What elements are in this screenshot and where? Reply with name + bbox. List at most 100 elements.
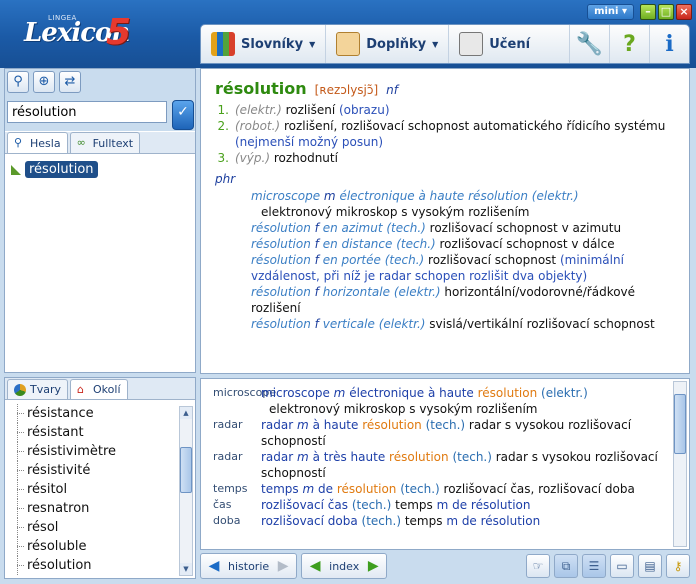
pie-icon <box>14 383 26 396</box>
split-view-icon[interactable]: ⧉ <box>554 554 578 578</box>
scroll-down-icon[interactable]: ▼ <box>180 563 192 575</box>
sense-text: rozlišení, rozlišovací schopnost automat… <box>283 119 666 133</box>
list-item[interactable]: résolution <box>5 556 177 575</box>
list-item[interactable]: résitol <box>5 480 177 499</box>
phrase-domain: (elektr.) <box>393 285 441 299</box>
example-fr: microscope <box>261 386 330 400</box>
phrase-domain: (tech.) <box>386 221 426 235</box>
example-key: microscope <box>213 386 277 399</box>
app-logo: LINGEA Lexicon 5 <box>24 12 134 54</box>
list-item[interactable]: résistivité <box>5 461 177 480</box>
phrase: résolution f verticale (elektr.) svislá/… <box>215 316 675 332</box>
triangle-icon <box>11 164 21 175</box>
example-key: temps <box>213 482 248 495</box>
print-icon[interactable]: ▤ <box>638 554 662 578</box>
maximize-icon[interactable]: □ <box>658 4 674 20</box>
phrase-source: microscope <box>251 189 321 203</box>
document-icon <box>336 32 361 56</box>
hand-pointer-icon[interactable]: ☞ <box>526 554 550 578</box>
search-go-button[interactable]: ✓ <box>172 100 194 130</box>
example-row[interactable]: čas rozlišovací čas (tech.) temps m de r… <box>201 497 689 513</box>
result-item[interactable]: résolution <box>11 161 98 178</box>
index-prev-icon[interactable]: ◀ <box>305 556 325 576</box>
close-icon[interactable]: × <box>676 4 692 20</box>
list-item[interactable]: résistance <box>5 404 177 423</box>
search-input[interactable] <box>7 101 167 123</box>
example-key: radar <box>213 450 243 463</box>
phrase-source: résolution <box>251 253 311 267</box>
title-bar: LINGEA Lexicon 5 mini ▾ – □ × Slovníky ▼… <box>0 0 696 68</box>
scroll-thumb[interactable] <box>180 447 192 493</box>
key-icon[interactable]: ⚷ <box>666 554 690 578</box>
phrase-gender: f <box>314 237 319 251</box>
books-icon <box>211 32 235 56</box>
phrases-label: phr <box>215 172 236 186</box>
phrase-source-rest: en azimut <box>322 221 383 235</box>
minimize-icon[interactable]: – <box>640 4 656 20</box>
zoom-search-icon[interactable]: ⊕ <box>33 71 55 93</box>
list-item[interactable]: résistivimètre <box>5 442 177 461</box>
example-row[interactable]: radar radar m à haute résolution (tech.)… <box>201 417 689 449</box>
list-item[interactable]: résistant <box>5 423 177 442</box>
index-next-icon[interactable]: ▶ <box>363 556 383 576</box>
sense-text: rozlišení <box>285 103 336 117</box>
tab-fulltext[interactable]: ∞ Fulltext <box>69 132 141 153</box>
swap-direction-icon[interactable]: ⇄ <box>59 71 81 93</box>
examples-scrollbar[interactable] <box>673 381 687 547</box>
list-item[interactable]: resnatron <box>5 499 177 518</box>
scroll-up-icon[interactable]: ▲ <box>180 407 192 419</box>
pronunciation: [ʀezɔlysjɔ̃] <box>314 83 379 97</box>
example-fr-rest: à haute <box>312 418 359 432</box>
phrase: résolution f en portée (tech.) rozlišova… <box>215 252 675 284</box>
history-forward-icon[interactable]: ▶ <box>273 556 293 576</box>
sense-domain: (výp.) <box>235 151 270 165</box>
search-panel: ⚲ ⊕ ⇄ ✓ ⚲ Hesla ∞ Fulltext résolution <box>4 68 196 373</box>
phrase-source: résolution <box>251 285 311 299</box>
tab-neighborhood[interactable]: ⌂ Okolí <box>70 379 128 399</box>
menu-dictionaries[interactable]: Slovníky ▼ <box>201 25 327 63</box>
tab-headwords[interactable]: ⚲ Hesla <box>7 132 68 153</box>
main-toolbar: Slovníky ▼ Doplňky ▼ Učení 🔧 ? i <box>200 24 690 64</box>
example-row[interactable]: radar radar m à très haute résolution (t… <box>201 449 689 481</box>
tab-neighborhood-label: Okolí <box>93 383 121 396</box>
example-cz: elektronový mikroskop s vysokým rozlišen… <box>269 402 538 416</box>
menu-learning[interactable]: Učení <box>449 25 540 63</box>
example-row[interactable]: doba rozlišovací doba (tech.) temps m de… <box>201 513 689 529</box>
example-tail: m de résolution <box>436 498 531 512</box>
toolbar-tools: 🔧 ? i <box>569 25 689 63</box>
info-icon[interactable]: i <box>649 25 689 63</box>
sense-number: 2. <box>217 119 229 133</box>
tab-forms[interactable]: Tvary <box>7 379 69 399</box>
search-tabs: ⚲ Hesla ∞ Fulltext <box>5 132 195 154</box>
example-fr: temps <box>261 482 299 496</box>
phrase-gender: f <box>314 253 319 267</box>
example-domain: (tech.) <box>425 418 466 432</box>
phrase-translation: rozlišovací schopnost v azimutu <box>429 221 622 235</box>
page-icon[interactable]: ▭ <box>610 554 634 578</box>
example-fr-rest: à très haute <box>312 450 386 464</box>
house-icon: ⌂ <box>77 382 84 396</box>
example-gender: m <box>333 386 346 400</box>
example-row[interactable]: microscope microscope m électronique à h… <box>201 385 689 417</box>
history-back-icon[interactable]: ◀ <box>204 556 224 576</box>
mini-mode-button[interactable]: mini ▾ <box>587 4 634 20</box>
phrase-source-rest: en distance <box>322 237 393 251</box>
logo-number: 5 <box>106 12 132 53</box>
help-icon[interactable]: ? <box>609 25 649 63</box>
phrase-translation: rozlišovací schopnost <box>428 253 557 267</box>
search-icon[interactable]: ⚲ <box>7 71 29 93</box>
scroll-thumb[interactable] <box>674 394 686 454</box>
part-of-speech: nf <box>386 83 398 97</box>
menu-addons[interactable]: Doplňky ▼ <box>326 25 450 63</box>
example-domain: (tech.) <box>452 450 492 464</box>
example-fr-rest: de <box>318 482 334 496</box>
neighbors-scrollbar[interactable]: ▲ ▼ <box>179 406 193 576</box>
example-key: čas <box>213 498 232 511</box>
chevron-down-icon: ▼ <box>432 39 439 49</box>
list-item[interactable]: résol <box>5 518 177 537</box>
settings-wrench-icon[interactable]: 🔧 <box>569 25 609 63</box>
phrase-source-rest: en portée <box>322 253 381 267</box>
notes-icon[interactable]: ☰ <box>582 554 606 578</box>
example-row[interactable]: temps temps m de résolution (tech.) rozl… <box>201 481 689 497</box>
list-item[interactable]: résoluble <box>5 537 177 556</box>
